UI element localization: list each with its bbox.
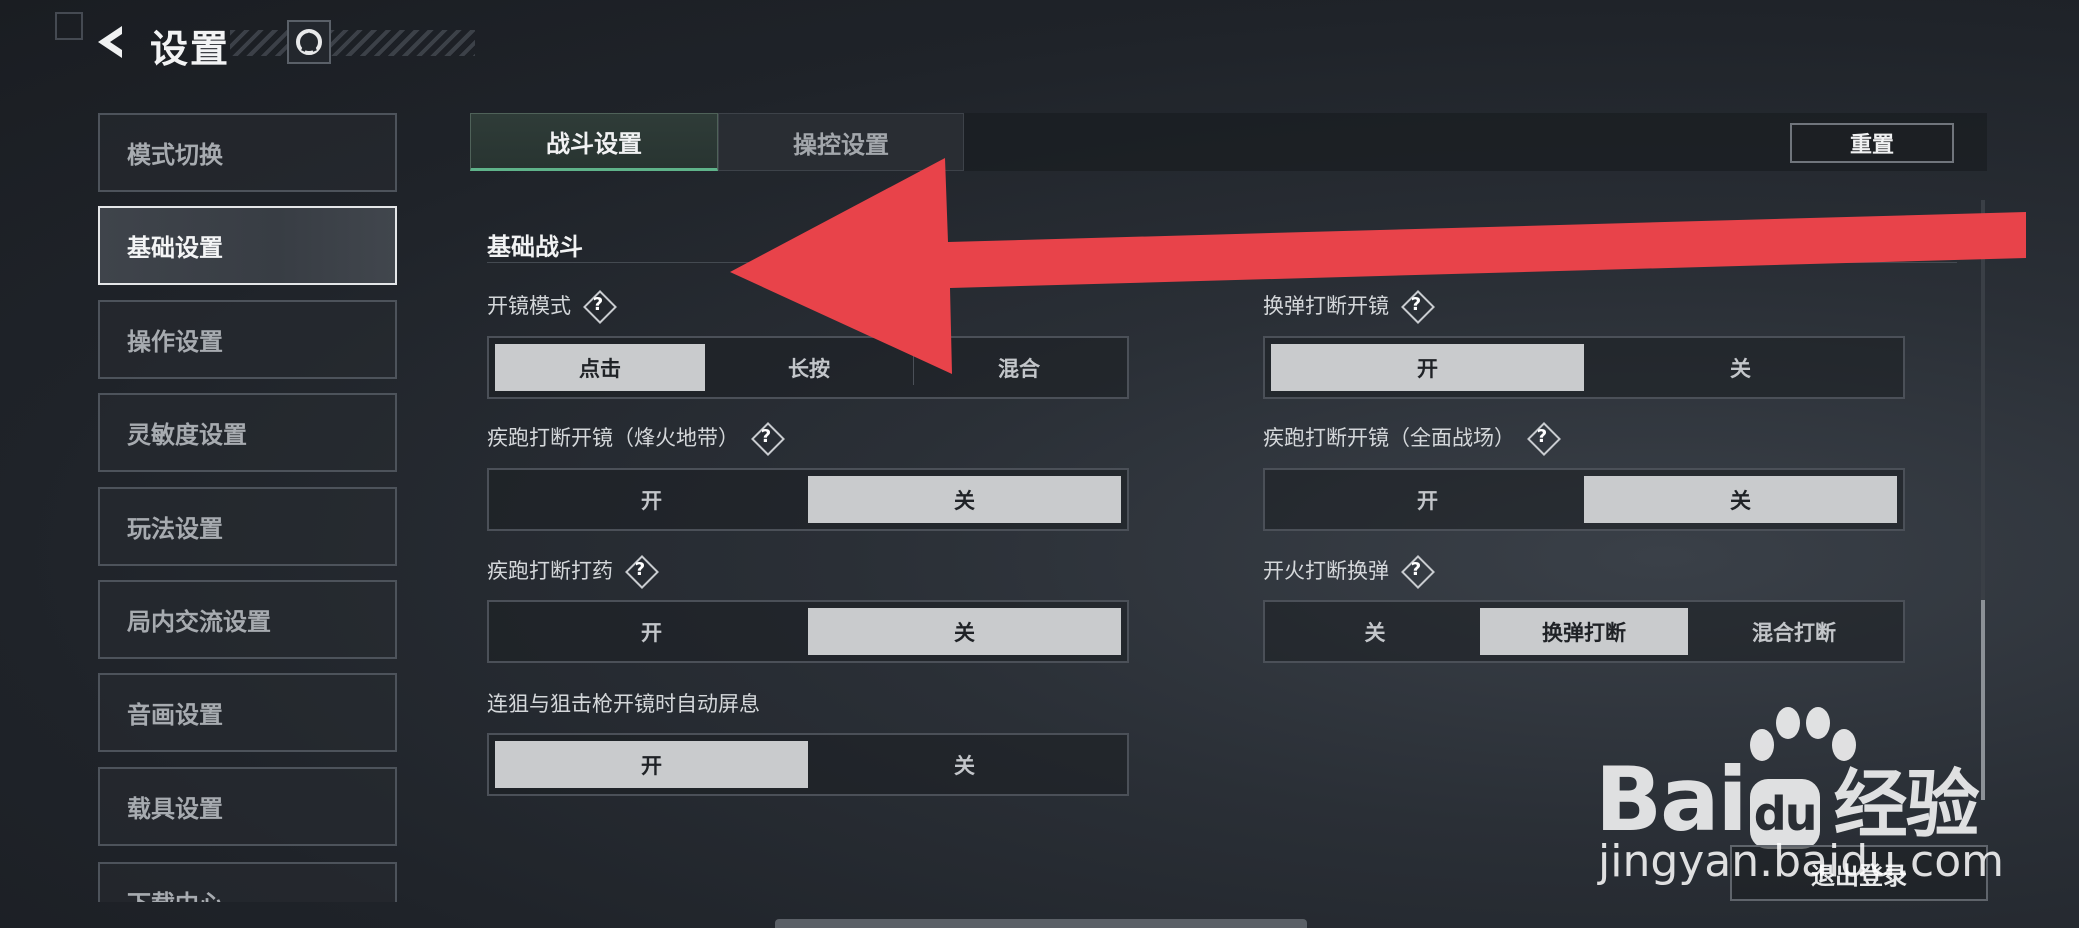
section-title: 基础战斗	[487, 233, 583, 261]
sidebar-item-label: 局内交流设置	[127, 608, 271, 636]
segmented-control-sprint-interrupt-heal: 开 关	[487, 600, 1129, 663]
game-logo-icon[interactable]	[287, 20, 331, 64]
tab-combat-settings[interactable]: 战斗设置	[470, 113, 718, 171]
setting-label-fire-interrupt-reload: 开火打断换弹 ?	[1263, 555, 1431, 585]
segmented-control-sprint-interrupt-scope-beacon: 开 关	[487, 468, 1129, 531]
setting-label-sprint-interrupt-scope-battlefield: 疾跑打断开镜（全面战场） ?	[1263, 422, 1557, 452]
option-off[interactable]: 关	[808, 608, 1121, 655]
sidebar-item-label: 玩法设置	[127, 515, 223, 543]
help-icon[interactable]: ?	[1401, 555, 1431, 585]
option-mixed-interrupt[interactable]: 混合打断	[1689, 608, 1899, 655]
option-off[interactable]: 关	[1271, 608, 1479, 655]
setting-label-sprint-interrupt-heal: 疾跑打断打药 ?	[487, 555, 655, 585]
sidebar-item-label: 下载中心	[127, 890, 223, 902]
page-title: 设置	[150, 27, 231, 71]
sidebar-item-mode-switch[interactable]: 模式切换	[98, 113, 397, 192]
help-icon[interactable]: ?	[625, 555, 655, 585]
sidebar-item-download-center[interactable]: 下载中心	[98, 862, 397, 902]
back-arrow-icon[interactable]	[92, 22, 130, 62]
option-reload-interrupt[interactable]: 换弹打断	[1480, 608, 1688, 655]
help-icon[interactable]: ?	[1527, 422, 1557, 452]
sidebar-item-basic-settings[interactable]: 基础设置	[98, 206, 397, 285]
sidebar-item-label: 灵敏度设置	[127, 421, 247, 449]
setting-label-text: 连狙与狙击枪开镜时自动屏息	[487, 692, 760, 716]
option-on[interactable]: 开	[495, 741, 808, 788]
segmented-control-fire-interrupt-reload: 关 换弹打断 混合打断	[1263, 600, 1905, 663]
sidebar-item-sensitivity-settings[interactable]: 灵敏度设置	[98, 393, 397, 472]
setting-label-sprint-interrupt-scope-beacon: 疾跑打断开镜（烽火地带） ?	[487, 422, 781, 452]
sidebar-item-operation-settings[interactable]: 操作设置	[98, 300, 397, 379]
segmented-control-sprint-interrupt-scope-battlefield: 开 关	[1263, 468, 1905, 531]
header-hatch-decoration	[230, 30, 475, 56]
segmented-control-auto-hold-breath: 开 关	[487, 733, 1129, 796]
help-icon[interactable]: ?	[583, 290, 613, 320]
sidebar-item-label: 基础设置	[127, 234, 223, 262]
setting-label-auto-hold-breath: 连狙与狙击枪开镜时自动屏息	[487, 688, 760, 718]
scrollbar-thumb[interactable]	[1981, 600, 1985, 800]
sidebar-item-audio-video-settings[interactable]: 音画设置	[98, 673, 397, 752]
sidebar-item-communication-settings[interactable]: 局内交流设置	[98, 580, 397, 659]
sidebar-item-label: 载具设置	[127, 795, 223, 823]
corner-frame	[55, 12, 83, 40]
option-on[interactable]: 开	[495, 476, 808, 523]
help-icon[interactable]: ?	[751, 422, 781, 452]
setting-label-text: 开火打断换弹	[1263, 559, 1389, 583]
setting-label-scope-mode: 开镜模式 ?	[487, 290, 613, 320]
annotation-arrow-icon	[730, 158, 2026, 374]
sidebar-item-label: 操作设置	[127, 328, 223, 356]
setting-label-text: 疾跑打断开镜（全面战场）	[1263, 426, 1515, 450]
option-tap[interactable]: 点击	[495, 344, 705, 391]
sidebar-item-label: 模式切换	[127, 141, 223, 169]
setting-label-text: 疾跑打断开镜（烽火地带）	[487, 426, 739, 450]
sidebar-item-vehicle-settings[interactable]: 载具设置	[98, 767, 397, 846]
option-on[interactable]: 开	[1271, 476, 1584, 523]
sidebar-item-label: 音画设置	[127, 701, 223, 729]
watermark-url: jingyan.baidu.com	[1598, 836, 2005, 887]
bottom-panel-edge	[775, 919, 1307, 928]
option-off[interactable]: 关	[1584, 476, 1897, 523]
option-off[interactable]: 关	[808, 741, 1121, 788]
setting-label-text: 开镜模式	[487, 294, 571, 318]
sidebar-item-gameplay-settings[interactable]: 玩法设置	[98, 487, 397, 566]
option-on[interactable]: 开	[495, 608, 808, 655]
setting-label-text: 疾跑打断打药	[487, 559, 613, 583]
option-off[interactable]: 关	[808, 476, 1121, 523]
